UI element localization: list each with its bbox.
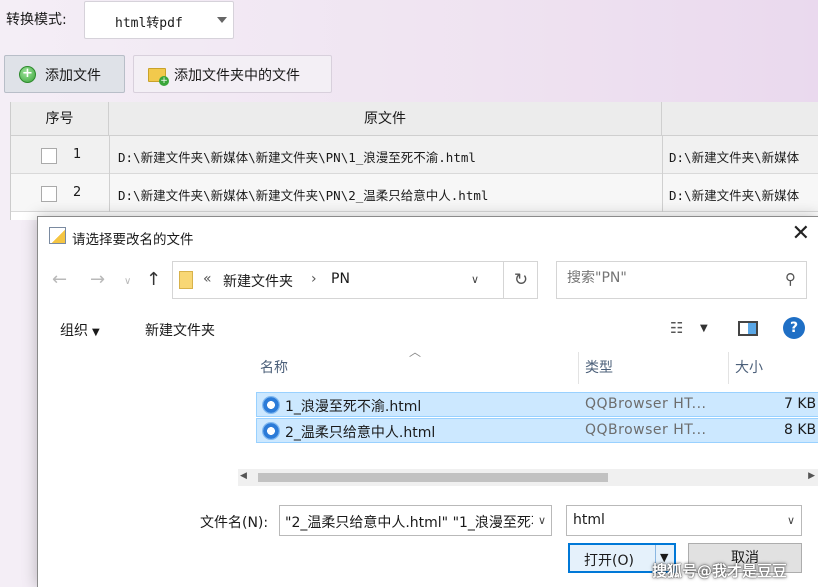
mode-select-value: html转pdf <box>115 16 183 31</box>
row-source-path: D:\新建文件夹\新媒体\新建文件夹\PN\1_浪漫至死不渝.html <box>118 150 476 165</box>
file-name: 2_温柔只给意中人.html <box>285 425 436 441</box>
breadcrumb-item-current[interactable]: PN <box>331 271 350 287</box>
watermark: 搜狐号@我才是豆豆 <box>652 562 788 580</box>
navigation-pane[interactable] <box>38 352 254 502</box>
preview-pane-icon[interactable] <box>738 321 758 336</box>
breadcrumb-overflow[interactable]: « <box>203 271 212 287</box>
chevron-down-icon: ∨ <box>786 514 795 527</box>
breadcrumb-separator[interactable]: › <box>311 271 317 287</box>
filename-value: "2_温柔只给意中人.html" "1_浪漫至死不渝.html" <box>285 515 551 531</box>
chevron-down-icon[interactable]: ∨ <box>533 506 551 535</box>
scroll-right-icon[interactable]: ▶ <box>808 471 815 481</box>
close-icon[interactable]: ✕ <box>792 223 810 245</box>
file-type: QQBrowser HT... <box>585 396 707 412</box>
filename-field[interactable]: "2_温柔只给意中人.html" "1_浪漫至死不渝.html" ∨ <box>279 505 552 536</box>
add-circle-icon: + <box>19 66 36 83</box>
file-type: QQBrowser HT... <box>585 422 707 438</box>
search-input[interactable] <box>567 270 767 286</box>
forward-arrow-icon[interactable]: → <box>90 269 105 290</box>
add-file-label: 添加文件 <box>45 68 101 84</box>
new-folder-button[interactable]: 新建文件夹 <box>145 320 215 340</box>
recent-locations-chevron-icon[interactable]: ∨ <box>124 276 131 287</box>
table-row[interactable]: 1 D:\新建文件夹\新媒体\新建文件夹\PN\1_浪漫至死不渝.html D:… <box>11 136 818 174</box>
file-size: 8 KB <box>784 422 817 438</box>
back-arrow-icon[interactable]: ← <box>52 269 67 290</box>
row-checkbox[interactable] <box>41 148 57 164</box>
column-header-type[interactable]: 类型 <box>585 352 613 384</box>
chevron-down-icon <box>217 17 227 23</box>
add-file-button[interactable]: + 添加文件 <box>4 55 125 93</box>
file-name: 1_浪漫至死不渝.html <box>285 399 422 415</box>
row-target-path: D:\新建文件夹\新媒体 <box>669 188 800 203</box>
list-item[interactable]: 1_浪漫至死不渝.html QQBrowser HT... 7 KB <box>256 392 818 417</box>
add-folder-files-button[interactable]: 添加文件夹中的文件 <box>133 55 332 93</box>
search-icon[interactable]: ⚲ <box>785 270 796 288</box>
chevron-down-icon: ▼ <box>92 327 100 338</box>
address-bar[interactable]: « 新建文件夹 › PN ∨ ↻ <box>172 261 538 299</box>
row-source-path: D:\新建文件夹\新媒体\新建文件夹\PN\2_温柔只给意中人.html <box>118 188 489 203</box>
horizontal-scrollbar[interactable]: ◀ ▶ <box>238 469 818 486</box>
view-options-icon[interactable]: ☷ <box>670 319 683 337</box>
dialog-file-icon <box>49 227 66 244</box>
folder-icon <box>179 271 193 289</box>
qqbrowser-file-icon <box>262 422 280 440</box>
file-table: 序号 原文件 1 D:\新建文件夹\新媒体\新建文件夹\PN\1_浪漫至死不渝.… <box>10 102 818 220</box>
organize-label: 组织 <box>60 323 88 339</box>
column-header-index[interactable]: 序号 <box>11 102 109 136</box>
column-header-name[interactable]: 名称 <box>260 352 288 384</box>
chevron-down-icon[interactable]: ▼ <box>700 323 708 334</box>
help-icon[interactable]: ? <box>783 317 805 339</box>
filetype-value: html <box>573 512 605 528</box>
row-target-path: D:\新建文件夹\新媒体 <box>669 150 800 165</box>
row-checkbox[interactable] <box>41 186 57 202</box>
refresh-icon[interactable]: ↻ <box>503 262 538 298</box>
column-header-source[interactable]: 原文件 <box>109 102 662 136</box>
breadcrumb-item-parent[interactable]: 新建文件夹 <box>223 271 293 291</box>
mode-select[interactable]: html转pdf <box>84 1 234 39</box>
scroll-left-icon[interactable]: ◀ <box>240 471 247 481</box>
column-header-target[interactable] <box>662 102 818 136</box>
filename-label: 文件名(N): <box>200 515 269 531</box>
dialog-title: 请选择要改名的文件 <box>72 232 194 248</box>
table-row[interactable]: 2 D:\新建文件夹\新媒体\新建文件夹\PN\2_温柔只给意中人.html D… <box>11 174 818 212</box>
qqbrowser-file-icon <box>262 396 280 414</box>
search-box[interactable]: ⚲ <box>556 261 807 299</box>
list-item[interactable]: 2_温柔只给意中人.html QQBrowser HT... 8 KB <box>256 418 818 443</box>
row-index: 2 <box>73 185 82 200</box>
mode-label: 转换模式: <box>6 12 67 28</box>
sort-ascending-icon: ︿ <box>409 345 422 359</box>
add-folder-icon <box>148 68 169 86</box>
scrollbar-thumb[interactable] <box>258 473 608 482</box>
file-open-dialog: 请选择要改名的文件 ✕ ← → ∨ ↑ « 新建文件夹 › PN ∨ ↻ ⚲ 组… <box>37 216 818 587</box>
organize-menu[interactable]: 组织 ▼ <box>60 320 100 340</box>
open-label: 打开(O) <box>584 553 634 569</box>
add-folder-label: 添加文件夹中的文件 <box>174 68 300 84</box>
up-arrow-icon[interactable]: ↑ <box>146 269 161 290</box>
address-dropdown-icon[interactable]: ∨ <box>471 273 479 286</box>
filetype-select[interactable]: html ∨ <box>566 505 802 536</box>
file-size: 7 KB <box>784 396 817 412</box>
row-index: 1 <box>73 147 82 162</box>
column-header-size[interactable]: 大小 <box>735 352 763 384</box>
